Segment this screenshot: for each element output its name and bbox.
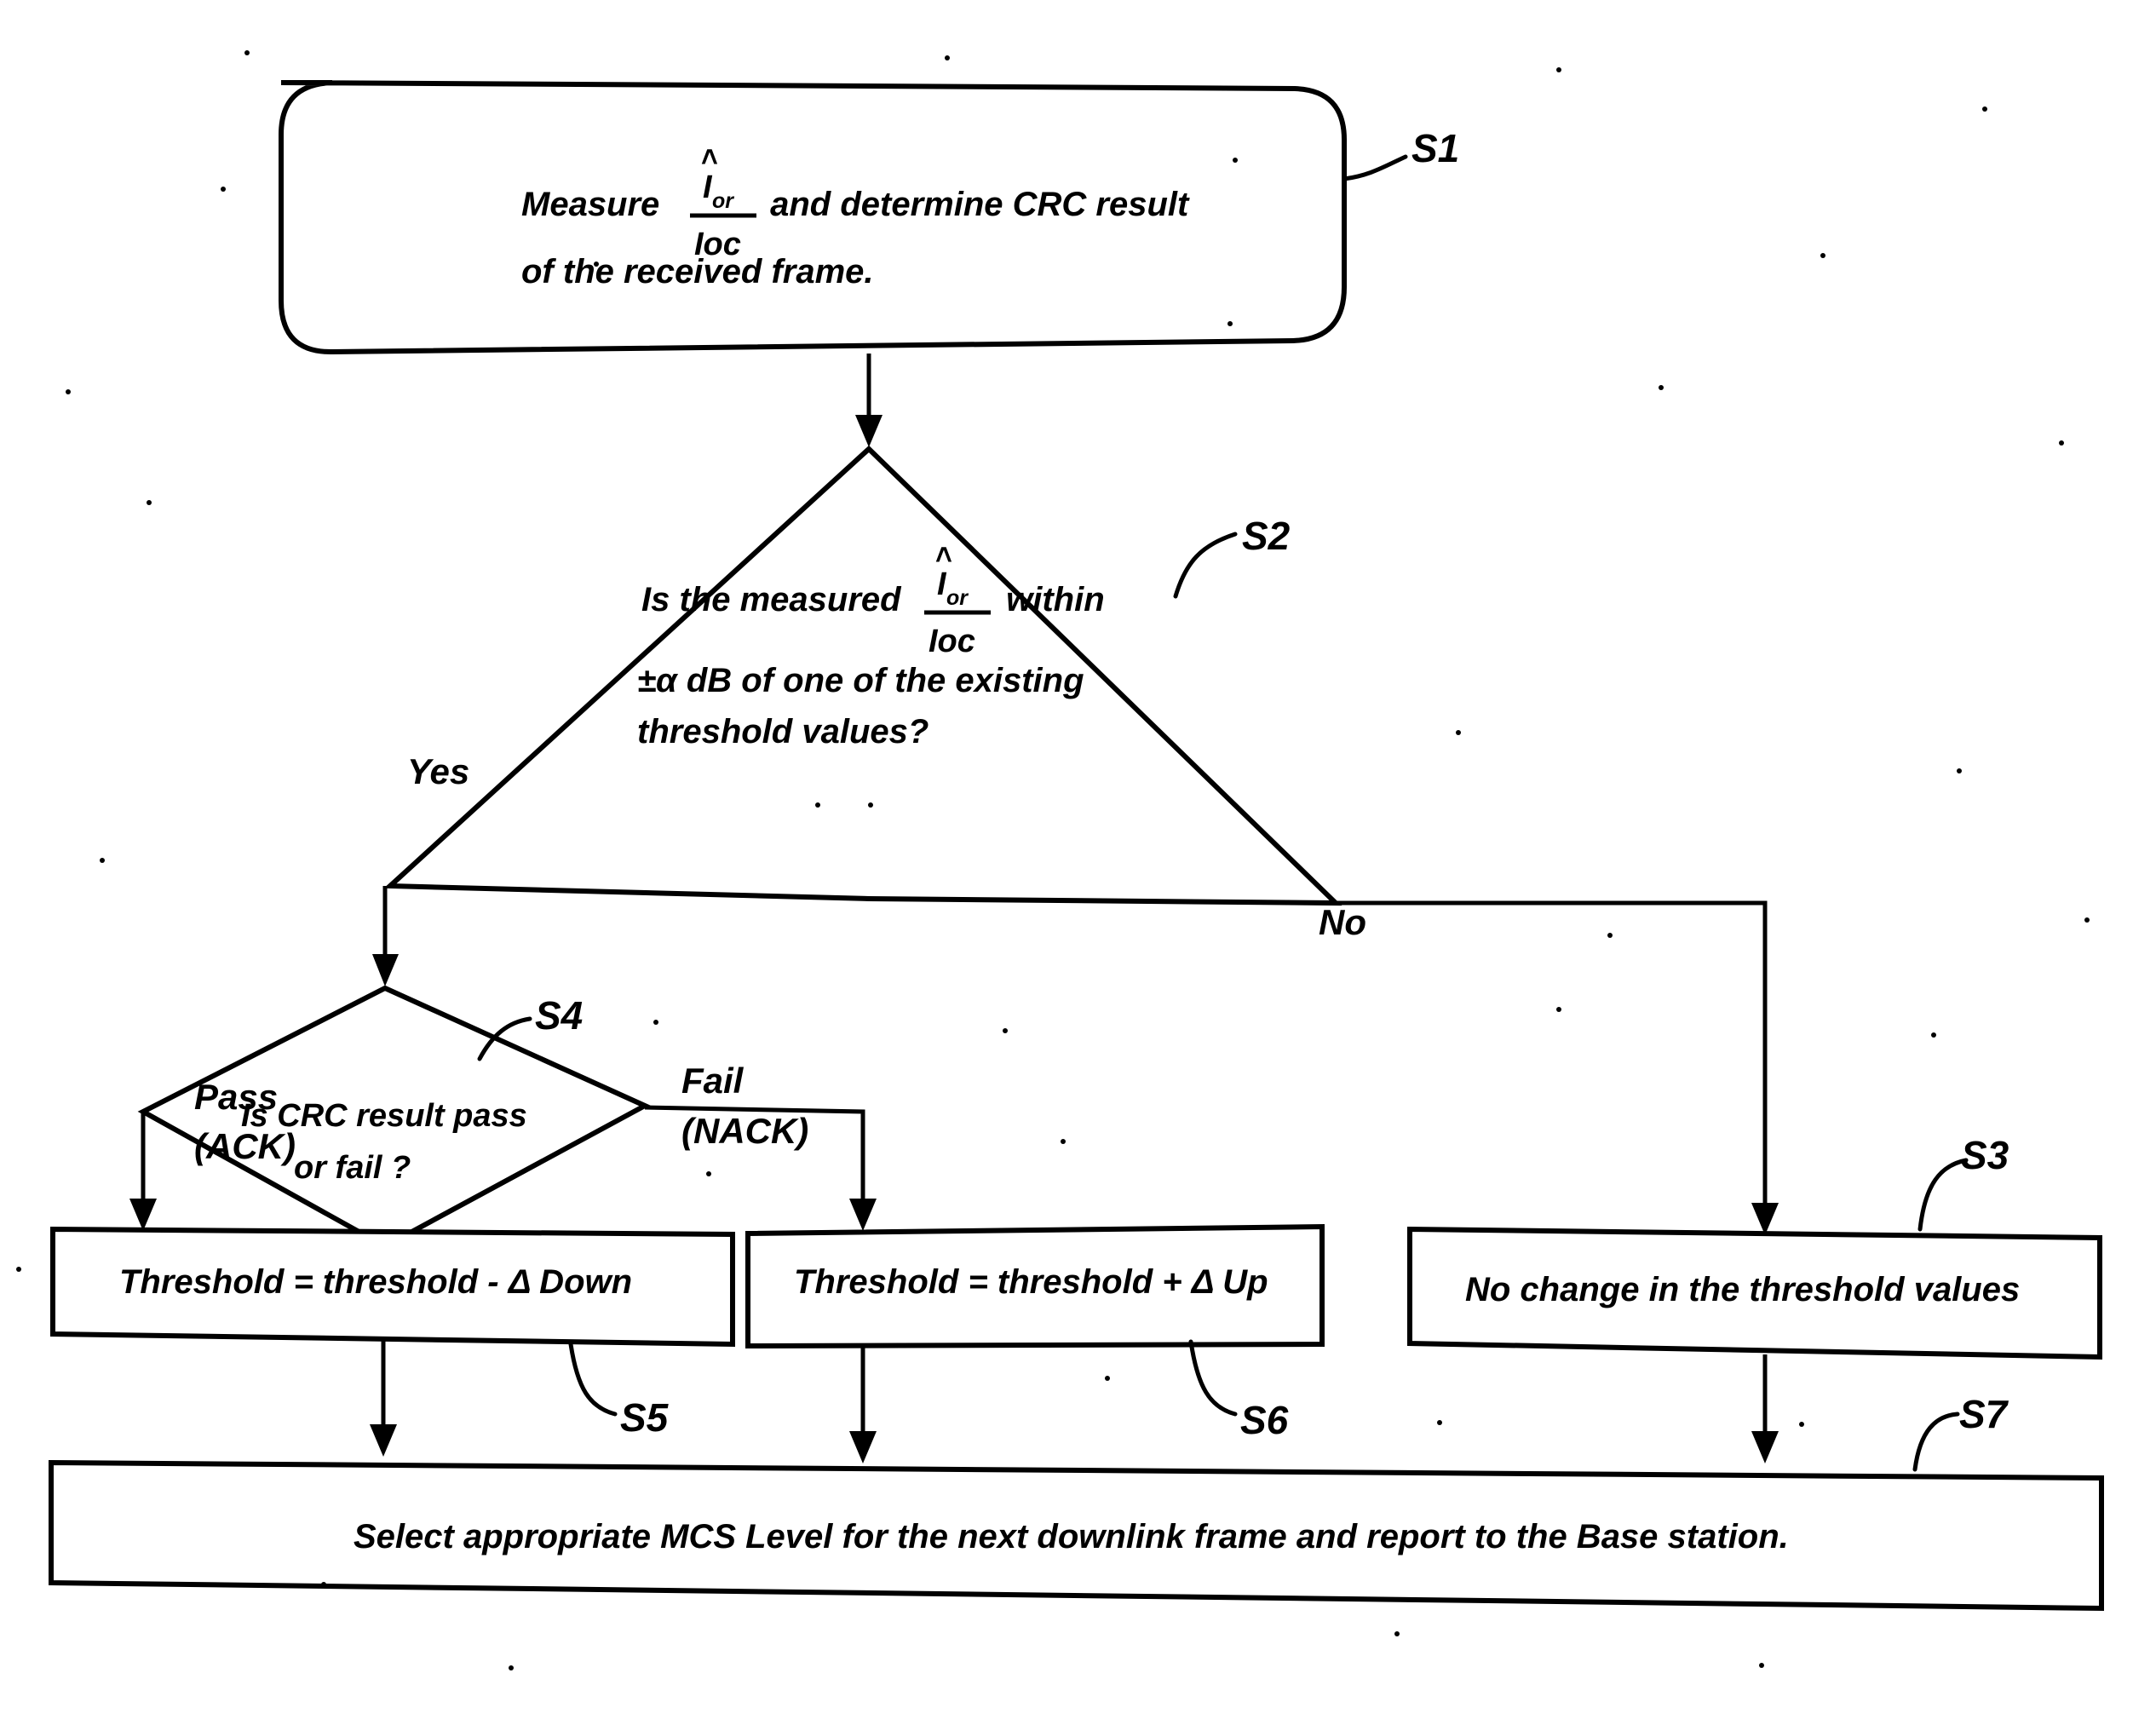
edge-s4-fail-arrowhead bbox=[849, 1199, 877, 1231]
s7-text: Select appropriate MCS Level for the nex… bbox=[354, 1518, 1789, 1555]
s6-step-callout: S6 bbox=[1188, 1339, 1289, 1442]
node-s5: Threshold = threshold - Δ Down bbox=[50, 1226, 735, 1348]
s3-step-callout: S3 bbox=[1917, 1133, 2009, 1232]
node-s2: Is the measured ˄ I or Ioc within ±α dB … bbox=[383, 445, 1342, 906]
s3-step-label: S3 bbox=[1961, 1133, 2009, 1177]
s5-leader-line bbox=[568, 1342, 618, 1417]
s7-step-label: S7 bbox=[1959, 1392, 2009, 1436]
edge-s2-no: No bbox=[1319, 900, 1779, 1235]
edge-s5-to-s7 bbox=[370, 1339, 397, 1457]
s6-text: Threshold = threshold + Δ Up bbox=[794, 1263, 1268, 1301]
edge-label-fail-line2: (NACK) bbox=[681, 1111, 808, 1151]
edge-s2-yes-arrowhead bbox=[372, 954, 399, 986]
s2-leader-line bbox=[1173, 532, 1238, 599]
s3-text: No change in the threshold values bbox=[1465, 1271, 2020, 1308]
s4-text-line2: or fail ? bbox=[294, 1150, 411, 1186]
edge-s2-no-line bbox=[1336, 900, 1768, 1210]
s1-step-callout: S1 bbox=[1342, 126, 1459, 181]
s1-text-line1-pre: Measure bbox=[521, 186, 669, 223]
edge-s6-s7-arrowhead bbox=[849, 1431, 877, 1463]
s2-fraction-denominator: Ioc bbox=[929, 624, 975, 659]
s2-text-line1-post: within bbox=[997, 581, 1105, 618]
s1-leader-line bbox=[1342, 154, 1408, 181]
edge-s3-to-s7 bbox=[1751, 1354, 1779, 1463]
s1-step-label: S1 bbox=[1411, 126, 1459, 170]
edge-s6-to-s7 bbox=[849, 1346, 877, 1463]
flowchart-svg: Measure ˄ I or Ioc and determine CRC res… bbox=[16, 50, 2104, 1670]
edge-label-fail-line1: Fail bbox=[681, 1061, 745, 1101]
s2-fraction-numerator-sub: or bbox=[946, 586, 969, 610]
edge-label-yes: Yes bbox=[407, 751, 469, 791]
edge-s1-s2-arrowhead bbox=[855, 415, 883, 447]
s1-fraction-numerator-sub: or bbox=[712, 189, 734, 213]
edge-label-pass-line1: Pass bbox=[194, 1077, 278, 1117]
node-s6: Threshold = threshold + Δ Up bbox=[745, 1223, 1325, 1349]
s1-text-line1-post: and determine CRC result bbox=[761, 186, 1190, 223]
edge-s4-pass-arrowhead bbox=[129, 1199, 157, 1231]
s1-text-line2: of the received frame. bbox=[521, 253, 874, 290]
node-s1: Measure ˄ I or Ioc and determine CRC res… bbox=[279, 80, 1347, 355]
s4-step-label: S4 bbox=[535, 993, 583, 1038]
edge-s4-fail: Fail (NACK) bbox=[644, 1061, 877, 1231]
s5-step-label: S5 bbox=[620, 1395, 670, 1440]
node-s7: Select appropriate MCS Level for the nex… bbox=[49, 1459, 2104, 1612]
edge-s4-pass: Pass (ACK) bbox=[129, 1077, 296, 1231]
node-s3: No change in the threshold values bbox=[1407, 1226, 2102, 1360]
s6-leader-line bbox=[1188, 1339, 1238, 1417]
s2-text-line3: threshold values? bbox=[637, 713, 929, 750]
s2-step-callout: S2 bbox=[1173, 514, 1291, 599]
edge-s3-s7-arrowhead bbox=[1751, 1431, 1779, 1463]
s7-leader-line bbox=[1912, 1412, 1960, 1472]
edge-label-pass-line2: (ACK) bbox=[194, 1126, 296, 1166]
s2-text-line1-pre: Is the measured bbox=[641, 581, 911, 618]
s2-text-line2: ±α dB of one of the existing bbox=[637, 662, 1084, 699]
edge-s1-to-s2 bbox=[855, 354, 883, 447]
s5-step-callout: S5 bbox=[568, 1342, 670, 1440]
edge-s5-s7-arrowhead bbox=[370, 1424, 397, 1457]
s5-text: Threshold = threshold - Δ Down bbox=[119, 1263, 632, 1301]
flowchart-diagram: Measure ˄ I or Ioc and determine CRC res… bbox=[0, 0, 2156, 1725]
s6-step-label: S6 bbox=[1240, 1398, 1289, 1442]
edge-s2-no-arrowhead bbox=[1751, 1203, 1779, 1235]
s3-leader-line bbox=[1917, 1158, 1969, 1232]
s2-step-label: S2 bbox=[1242, 514, 1291, 558]
edge-label-no: No bbox=[1319, 902, 1366, 942]
s7-step-callout: S7 bbox=[1912, 1392, 2009, 1472]
